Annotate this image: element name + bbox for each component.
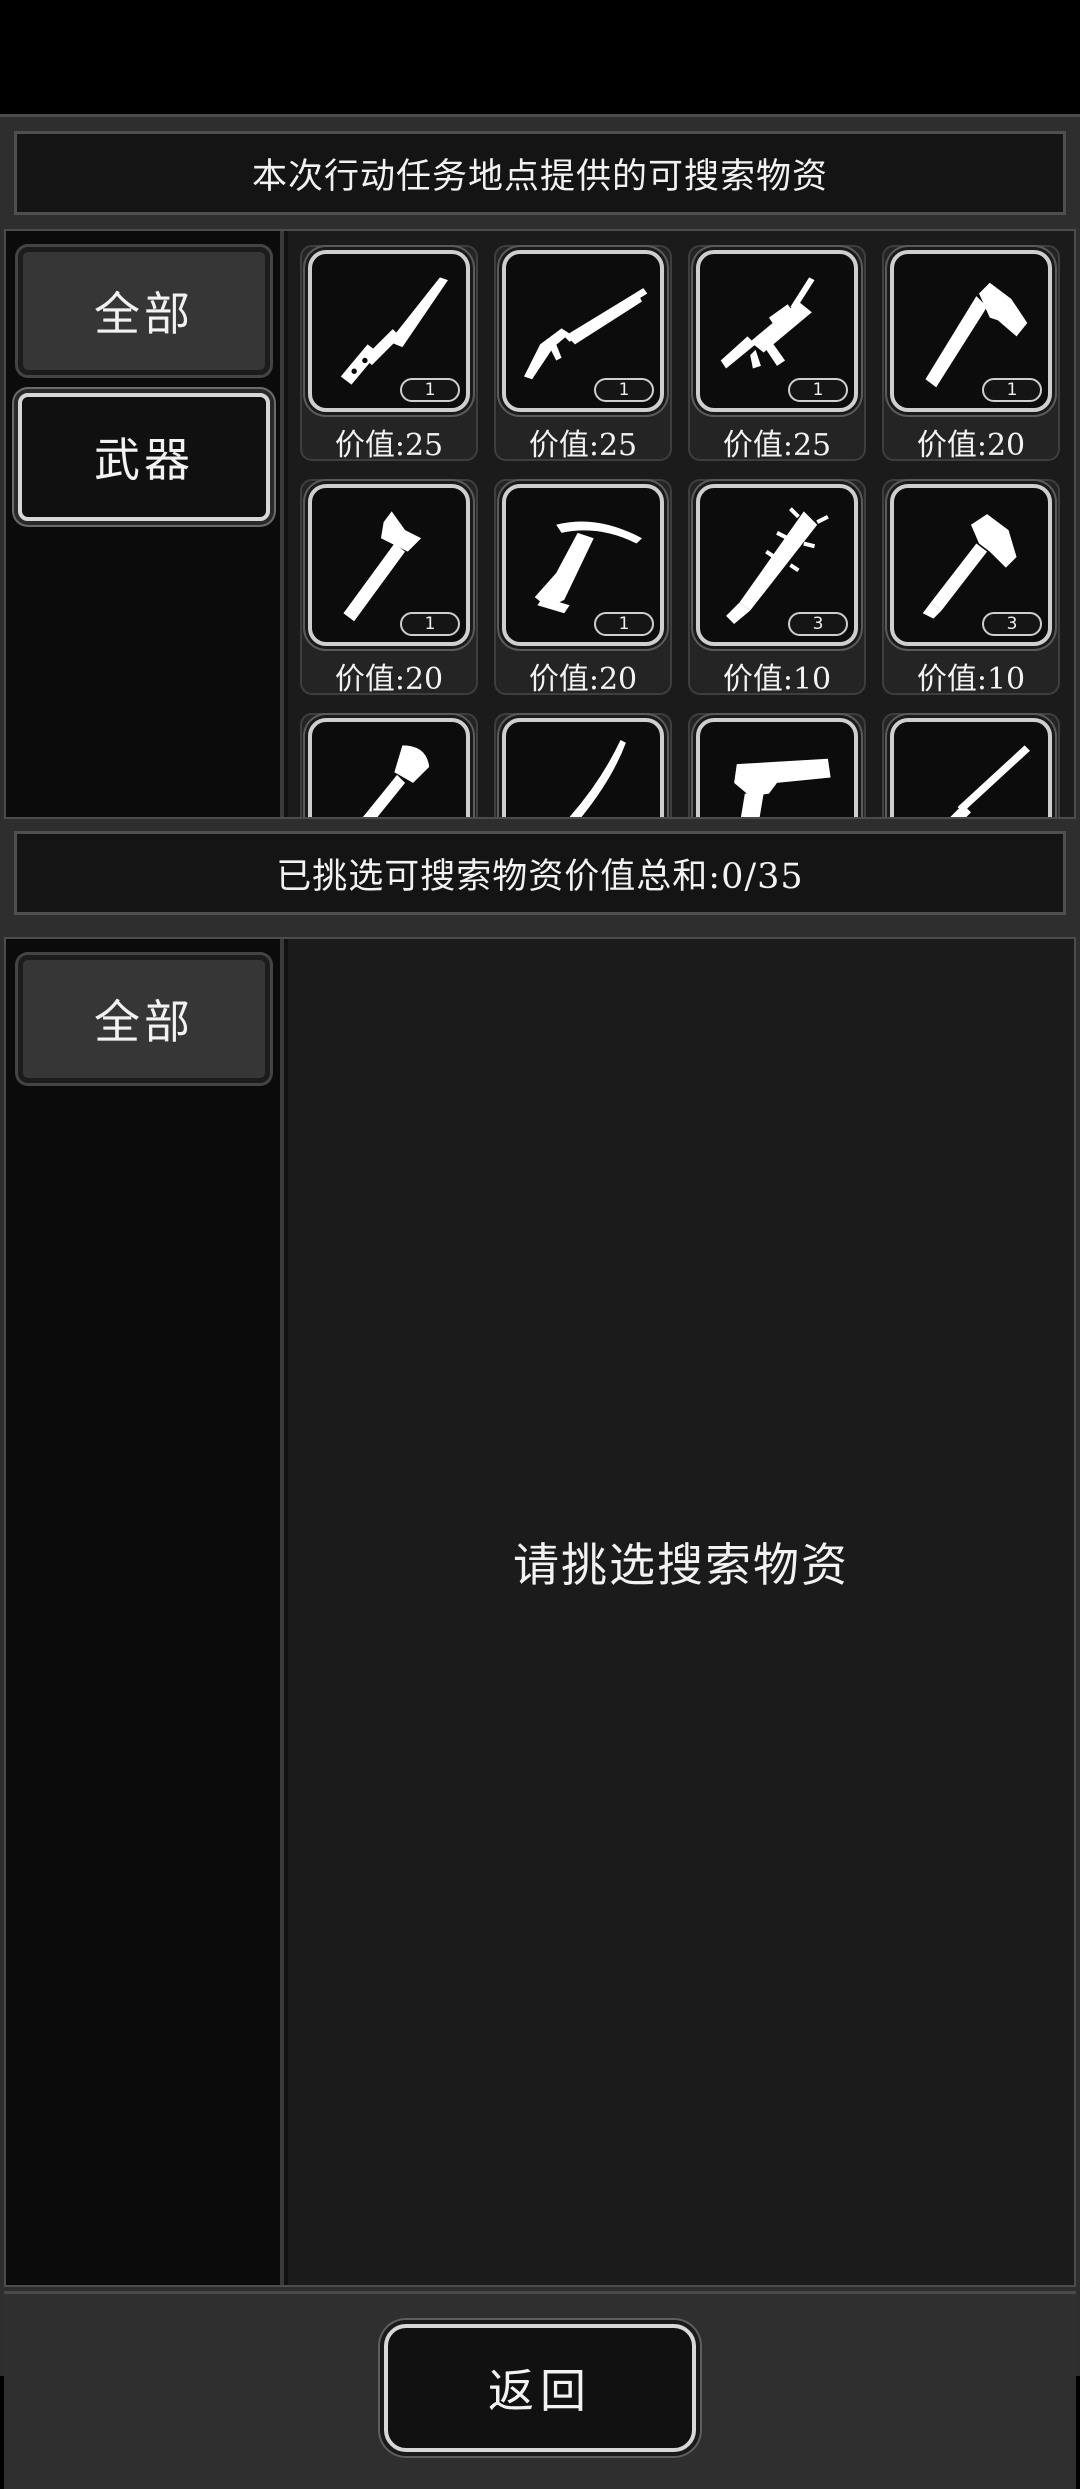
item-price: 价值:25	[528, 428, 638, 463]
item-tile: 1	[696, 250, 858, 412]
item-price: 价值:20	[916, 428, 1026, 463]
item-card[interactable]: 1 价值:20	[882, 245, 1060, 463]
selected-supplies-panel: 全部 请挑选搜索物资	[4, 937, 1076, 2287]
back-button[interactable]: 返回	[384, 2324, 696, 2452]
tab-all-label: 全部	[94, 287, 194, 341]
tab-all-available[interactable]: 全部	[18, 247, 270, 375]
available-supplies-header: 本次行动任务地点提供的可搜索物资	[14, 131, 1066, 215]
item-card[interactable]: 1 价值:25	[300, 245, 478, 463]
item-card[interactable]: 1 价值:25	[494, 245, 672, 463]
item-tile: 1	[502, 250, 664, 412]
item-quantity: 1	[400, 378, 460, 402]
item-card[interactable]	[494, 713, 672, 817]
item-card[interactable]: 1 价值:20	[300, 479, 478, 697]
item-tile	[308, 718, 470, 817]
item-quantity: 3	[788, 612, 848, 636]
item-tile: 3	[890, 484, 1052, 646]
back-button-label: 返回	[488, 2364, 592, 2418]
tab-weapons[interactable]: 武器	[18, 393, 270, 521]
item-card[interactable]	[300, 713, 478, 817]
item-tile	[890, 718, 1052, 817]
item-tile: 1	[308, 484, 470, 646]
item-price: 价值:25	[334, 428, 444, 463]
item-quantity: 3	[982, 612, 1042, 636]
item-tile: 1	[502, 484, 664, 646]
pistol-icon	[734, 758, 831, 817]
item-quantity: 1	[788, 378, 848, 402]
item-card[interactable]: 3 价值:10	[882, 479, 1060, 697]
item-card[interactable]	[688, 713, 866, 817]
item-price: 价值:20	[334, 662, 444, 697]
item-quantity: 1	[982, 378, 1042, 402]
selected-items-area: 请挑选搜索物资	[288, 939, 1074, 2285]
available-category-sidebar: 全部 武器	[6, 231, 284, 817]
available-items-grid[interactable]: 1 价值:25 1 价值:25 1 价值:25 1 价值:20 1 价值:20 …	[288, 231, 1074, 817]
machete-icon	[569, 740, 626, 817]
shovel-icon	[362, 745, 430, 817]
item-price: 价值:10	[916, 662, 1026, 697]
item-quantity: 1	[400, 612, 460, 636]
item-tile: 1	[890, 250, 1052, 412]
available-supplies-title: 本次行动任务地点提供的可搜索物资	[251, 156, 828, 197]
selected-category-sidebar: 全部	[6, 939, 284, 2285]
selected-total-header: 已挑选可搜索物资价值总和:0/35	[14, 831, 1066, 915]
item-card[interactable]: 1 价值:20	[494, 479, 672, 697]
item-quantity: 1	[594, 378, 654, 402]
tab-all-selected[interactable]: 全部	[18, 955, 270, 1083]
game-frame: 本次行动任务地点提供的可搜索物资 全部 武器 1 价值:25 1 价值:25 1…	[0, 114, 1080, 2489]
item-tile: 1	[308, 250, 470, 412]
available-supplies-panel: 全部 武器 1 价值:25 1 价值:25 1 价值:25 1 价值:20 1 …	[4, 229, 1076, 819]
item-tile	[696, 718, 858, 817]
item-price: 价值:10	[722, 662, 832, 697]
tab-weapons-label: 武器	[94, 433, 194, 487]
rifle-icon	[950, 745, 1030, 817]
item-tile	[502, 718, 664, 817]
item-price: 价值:20	[528, 662, 638, 697]
item-card[interactable]: 1 价值:25	[688, 245, 866, 463]
item-tile: 3	[696, 484, 858, 646]
item-card[interactable]: 3 价值:10	[688, 479, 866, 697]
tab-all-selected-label: 全部	[94, 995, 194, 1049]
selected-total-title: 已挑选可搜索物资价值总和:0/35	[276, 856, 804, 897]
item-card[interactable]	[882, 713, 1060, 817]
empty-selection-message: 请挑选搜索物资	[513, 1538, 849, 1592]
footer-bar: 返回	[4, 2291, 1076, 2489]
item-price: 价值:25	[722, 428, 832, 463]
item-quantity: 1	[594, 612, 654, 636]
